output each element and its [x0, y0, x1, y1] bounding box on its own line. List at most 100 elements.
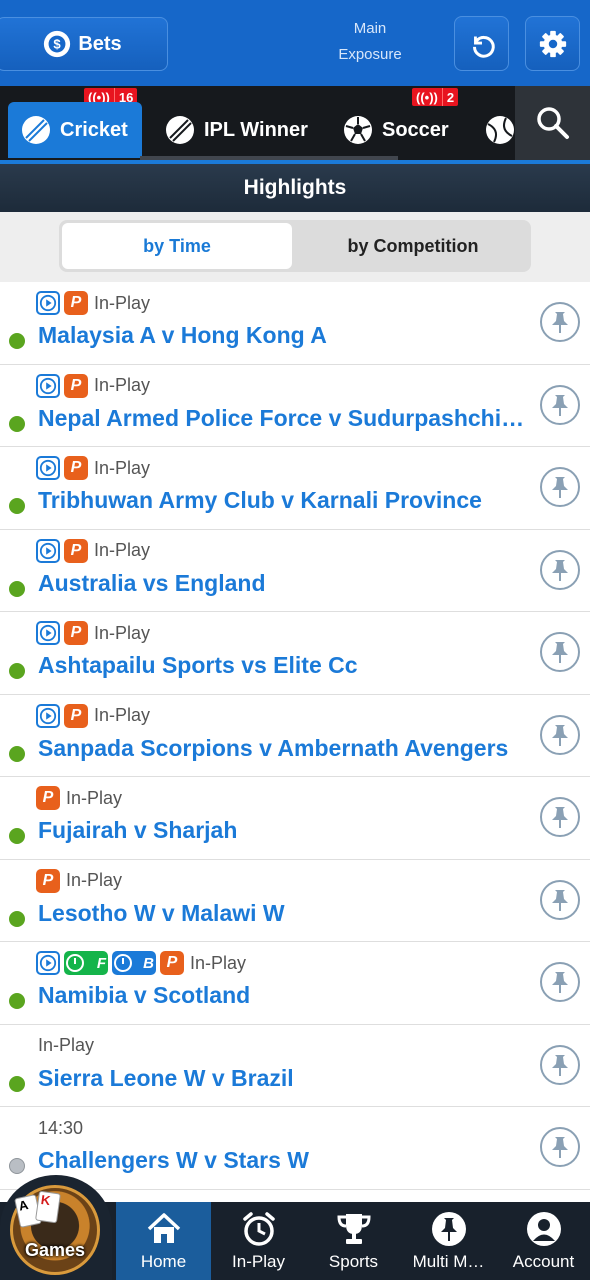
pin-button[interactable]	[540, 632, 580, 672]
search-button[interactable]	[515, 86, 590, 160]
tab-cricket[interactable]: Cricket	[8, 102, 142, 158]
event-status: In-Play	[94, 292, 151, 313]
fancy-market-icon: F	[64, 951, 108, 975]
event-row[interactable]: In-Play Sierra Leone W v Brazil	[0, 1024, 590, 1107]
event-name[interactable]: Tribhuwan Army Club v Karnali Province	[38, 487, 530, 514]
event-meta: P In-Play	[36, 786, 122, 810]
nav-multi-markets[interactable]: Multi M…	[401, 1202, 496, 1280]
pin-button[interactable]	[540, 1127, 580, 1167]
event-name[interactable]: Lesotho W v Malawi W	[38, 900, 530, 927]
pin-button[interactable]	[540, 714, 580, 755]
event-row[interactable]: P In-Play Sanpada Scorpions v Ambernath Av…	[0, 694, 590, 777]
event-row[interactable]: P In-Play Tribhuwan Army Club v Karnali Pr…	[0, 447, 590, 530]
event-status: 14:30	[38, 1117, 84, 1138]
event-row[interactable]: P In-Play Ashtapailu Sports vs Elite Cc	[0, 612, 590, 695]
event-status: In-Play	[38, 1035, 95, 1055]
event-meta: P In-Play	[36, 621, 150, 645]
bets-button[interactable]: $ Bets	[0, 17, 168, 71]
event-status: In-Play	[66, 870, 123, 890]
tab-ipl-winner[interactable]: IPL Winner	[152, 102, 320, 158]
event-status: In-Play	[94, 622, 151, 643]
event-name[interactable]: Sierra Leone W v Brazil	[38, 1065, 530, 1092]
pin-button[interactable]	[540, 549, 580, 590]
event-row[interactable]: P In-Play Australia vs England	[0, 529, 590, 612]
event-status: In-Play	[190, 952, 247, 973]
sort-by-time[interactable]: by Time	[62, 223, 292, 269]
pin-button[interactable]	[540, 302, 580, 342]
sort-by-competition[interactable]: by Competition	[298, 223, 528, 269]
live-stream-icon	[36, 538, 60, 563]
premium-market-icon: P	[160, 951, 184, 975]
pin-icon	[431, 1212, 466, 1246]
user-icon	[526, 1212, 561, 1246]
nav-home-label: Home	[140, 1252, 187, 1271]
event-meta: P In-Play	[36, 538, 151, 563]
refresh-button[interactable]	[454, 16, 509, 71]
trophy-icon	[336, 1214, 371, 1244]
nav-account[interactable]: Account	[496, 1202, 590, 1280]
nav-home[interactable]: Home	[116, 1202, 211, 1280]
event-meta: 14:30	[36, 1116, 83, 1140]
event-name[interactable]: Sanpada Scorpions v Ambernath Avengers	[38, 735, 530, 762]
pin-button[interactable]	[540, 962, 580, 1002]
event-name[interactable]: Australia vs England	[38, 570, 530, 597]
event-meta: P In-Play	[36, 291, 150, 315]
pin-icon	[552, 724, 568, 746]
event-meta: In-Play	[36, 1034, 94, 1058]
event-status: In-Play	[94, 705, 151, 725]
live-status-dot	[9, 663, 25, 679]
cricket-ball-icon	[166, 116, 194, 144]
pin-icon	[552, 559, 568, 581]
soccer-ball-icon	[344, 116, 372, 144]
event-name[interactable]: Fujairah v Sharjah	[38, 817, 530, 844]
event-row[interactable]: P In-Play Lesotho W v Malawi W	[0, 859, 590, 942]
event-name[interactable]: Malaysia A v Hong Kong A	[38, 322, 530, 349]
tab-label: IPL Winner	[204, 118, 308, 141]
live-status-dot	[9, 333, 25, 349]
pin-icon	[552, 394, 568, 416]
event-row[interactable]: F B P In-Play Namibia v Scotland	[0, 942, 590, 1025]
upcoming-status-dot	[9, 1158, 25, 1174]
event-row[interactable]: P In-Play Malaysia A v Hong Kong A	[0, 282, 590, 365]
event-name[interactable]: Nepal Armed Police Force v Sudurpashchim…	[38, 405, 530, 432]
home-icon	[147, 1213, 180, 1243]
app-root: $ Bets Main Exposure ((•)) 16 Cricket IP…	[0, 0, 590, 1280]
premium-market-icon: P	[36, 786, 60, 810]
event-name[interactable]: Namibia v Scotland	[38, 982, 530, 1009]
live-status-dot	[9, 580, 25, 597]
tab-soccer[interactable]: Soccer	[330, 102, 461, 158]
event-meta: P In-Play	[36, 703, 151, 728]
settings-button[interactable]	[525, 16, 580, 71]
event-status: In-Play	[94, 540, 151, 560]
event-row[interactable]: 14:30 Challengers W v Stars W	[0, 1107, 590, 1190]
pin-button[interactable]	[540, 467, 580, 507]
svg-text:$: $	[54, 37, 62, 52]
live-stream-icon	[36, 373, 60, 398]
event-meta: P In-Play	[36, 373, 151, 398]
games-button[interactable]: A K	[10, 1185, 100, 1275]
pin-icon	[552, 889, 568, 911]
event-status: In-Play	[94, 375, 151, 395]
premium-market-icon: P	[64, 621, 88, 645]
live-stream-icon	[36, 951, 60, 975]
games-label: Games	[24, 1240, 86, 1260]
event-name[interactable]: Ashtapailu Sports vs Elite Cc	[38, 652, 530, 679]
pin-button[interactable]	[540, 879, 580, 920]
nav-inplay[interactable]: In-Play	[211, 1202, 306, 1280]
premium-market-icon: P	[36, 868, 60, 893]
pin-button[interactable]	[540, 1044, 580, 1085]
event-row[interactable]: P In-Play Nepal Armed Police Force v Sudur…	[0, 364, 590, 447]
pin-button[interactable]	[540, 797, 580, 837]
nav-sports[interactable]: Sports	[306, 1202, 401, 1280]
event-row[interactable]: P In-Play Fujairah v Sharjah	[0, 777, 590, 860]
coins-icon: $	[44, 30, 71, 58]
live-status-dot	[9, 1075, 25, 1092]
event-name[interactable]: Challengers W v Stars W	[38, 1147, 530, 1174]
pin-icon	[552, 642, 568, 663]
live-stream-icon	[36, 703, 60, 728]
search-icon	[536, 107, 569, 139]
pin-button[interactable]	[540, 384, 580, 425]
premium-market-icon: P	[64, 373, 88, 398]
refresh-icon	[472, 35, 495, 58]
tab-label: Cricket	[60, 118, 128, 141]
